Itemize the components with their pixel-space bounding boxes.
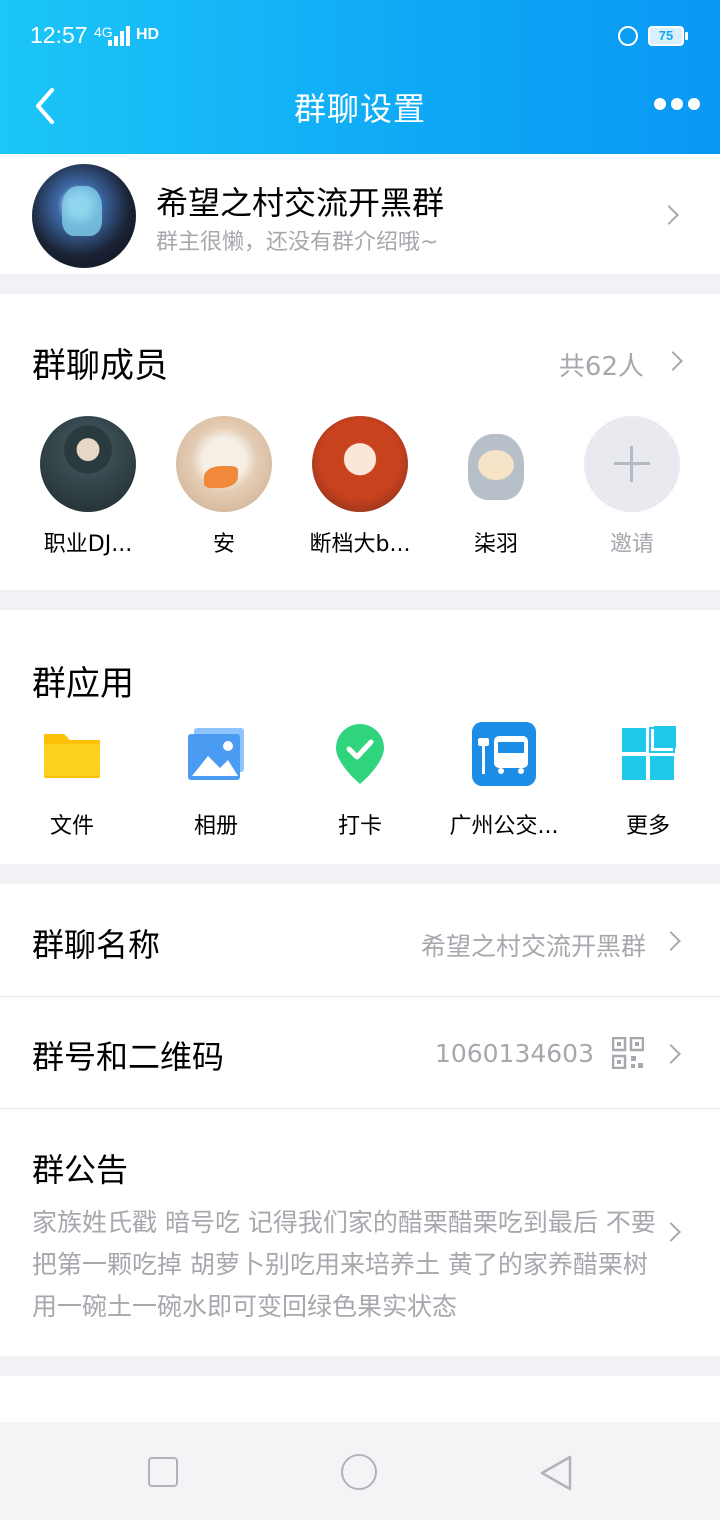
chevron-right-icon bbox=[661, 931, 681, 951]
more-apps-icon bbox=[622, 726, 676, 780]
group-name-row[interactable]: 群聊名称 希望之村交流开黑群 bbox=[0, 884, 720, 996]
member-name: 职业DJ... bbox=[43, 532, 133, 557]
rotation-lock-icon bbox=[618, 26, 638, 46]
plus-icon bbox=[584, 416, 680, 512]
members-title: 群聊成员 bbox=[32, 346, 168, 386]
group-info-card[interactable]: 希望之村交流开黑群 群主很懒，还没有群介绍哦~ bbox=[0, 154, 720, 274]
app-label: 相册 bbox=[193, 814, 238, 839]
member-count[interactable]: 共62人 bbox=[559, 346, 644, 383]
app-label: 广州公交... bbox=[449, 814, 559, 839]
top-bar: 12:57 4G HD 75 群聊设置 bbox=[0, 0, 720, 154]
app-label: 更多 bbox=[625, 814, 670, 839]
group-number-label: 群号和二维码 bbox=[32, 1038, 225, 1076]
member-avatar bbox=[176, 416, 272, 512]
group-name-value: 希望之村交流开黑群 bbox=[420, 932, 646, 961]
folder-icon bbox=[44, 734, 100, 778]
search-history-card-partial[interactable] bbox=[0, 1376, 720, 1422]
system-nav-bar bbox=[0, 1422, 720, 1520]
members-card: 群聊成员 共62人 职业DJ... 安 断档大b... 柒羽 邀请 bbox=[0, 294, 720, 590]
bus-icon bbox=[472, 722, 536, 786]
member-name: 柒羽 bbox=[473, 532, 518, 557]
battery-tip bbox=[685, 32, 688, 40]
hd-indicator: HD bbox=[136, 26, 160, 43]
member-name: 断档大b... bbox=[309, 532, 411, 557]
member-name: 安 bbox=[212, 532, 235, 557]
app-item-bus[interactable]: 广州公交... bbox=[434, 722, 574, 840]
member-item[interactable]: 职业DJ... bbox=[23, 416, 153, 558]
member-item[interactable]: 安 bbox=[159, 416, 289, 558]
recent-apps-icon[interactable] bbox=[148, 1457, 178, 1487]
app-label: 打卡 bbox=[337, 814, 382, 839]
status-bar: 12:57 4G HD 75 bbox=[0, 0, 720, 74]
member-avatar bbox=[40, 416, 136, 512]
status-time: 12:57 bbox=[30, 22, 88, 48]
invite-label: 邀请 bbox=[609, 532, 654, 557]
group-notice-text: 家族姓氏戳 暗号吃 记得我们家的醋栗醋栗吃到最后 不要把第一颗吃掉 胡萝卜别吃用… bbox=[32, 1208, 656, 1321]
chevron-right-icon bbox=[661, 1044, 681, 1064]
chevron-right-icon[interactable] bbox=[663, 351, 683, 371]
qr-code-icon[interactable] bbox=[612, 1037, 644, 1069]
app-item-album[interactable]: 相册 bbox=[146, 722, 286, 840]
group-number-value: 1060134603 bbox=[434, 1039, 594, 1068]
member-avatar bbox=[448, 416, 544, 512]
signal-bars-icon bbox=[108, 26, 130, 46]
more-options-icon[interactable] bbox=[654, 98, 700, 110]
system-back-icon[interactable] bbox=[538, 1454, 574, 1492]
invite-button[interactable]: 邀请 bbox=[567, 416, 697, 558]
apps-card: 群应用 文件 相册 打卡 广州公交... 更多 bbox=[0, 610, 720, 864]
apps-title: 群应用 bbox=[32, 664, 134, 704]
group-avatar bbox=[32, 164, 136, 268]
home-icon[interactable] bbox=[341, 1454, 377, 1490]
member-avatar bbox=[312, 416, 408, 512]
chevron-right-icon bbox=[661, 1222, 681, 1242]
group-description: 群主很懒，还没有群介绍哦~ bbox=[156, 230, 439, 255]
group-name-label: 群聊名称 bbox=[32, 926, 161, 964]
app-label: 文件 bbox=[49, 814, 94, 839]
chevron-right-icon bbox=[659, 205, 679, 225]
group-name: 希望之村交流开黑群 bbox=[156, 184, 445, 222]
group-number-row[interactable]: 群号和二维码 1060134603 bbox=[0, 997, 720, 1108]
page-title: 群聊设置 bbox=[293, 90, 426, 128]
app-item-more[interactable]: 更多 bbox=[578, 722, 718, 840]
app-item-file[interactable]: 文件 bbox=[2, 722, 142, 840]
checkin-icon bbox=[336, 724, 384, 784]
battery-indicator: 75 bbox=[648, 26, 684, 46]
group-notice-label: 群公告 bbox=[32, 1151, 129, 1189]
member-item[interactable]: 柒羽 bbox=[431, 416, 561, 558]
album-icon bbox=[188, 728, 244, 780]
app-item-checkin[interactable]: 打卡 bbox=[290, 722, 430, 840]
member-item[interactable]: 断档大b... bbox=[295, 416, 425, 558]
